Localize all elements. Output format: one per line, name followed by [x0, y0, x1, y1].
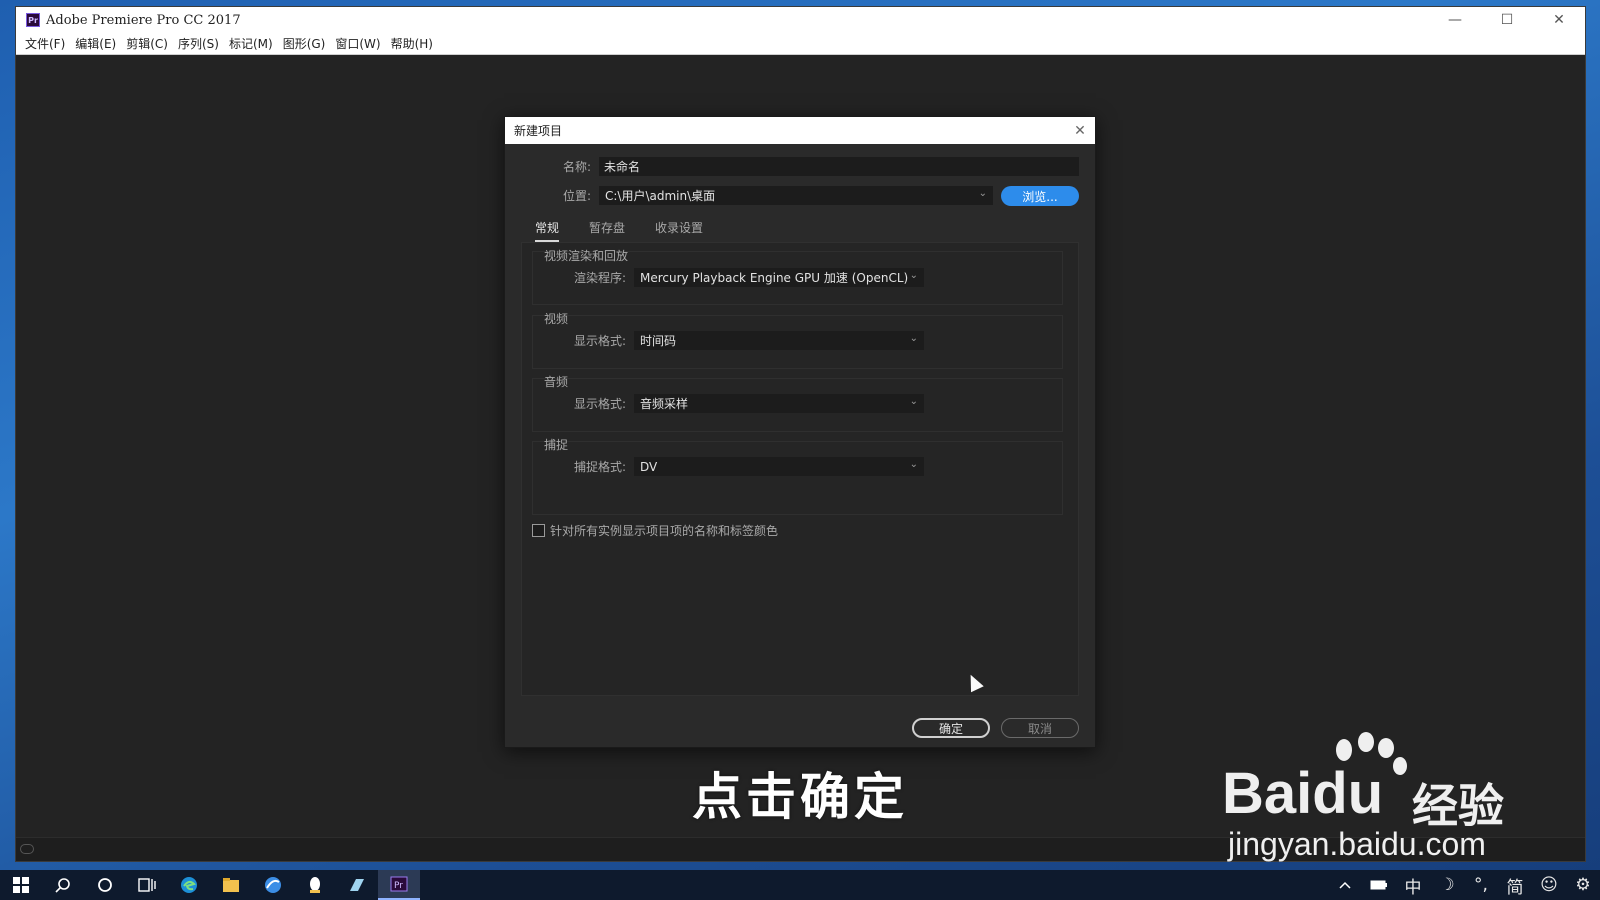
chevron-down-icon: ⌄ [978, 188, 987, 199]
name-label: 名称: [562, 160, 591, 174]
menu-bar: 文件(F) 编辑(E) 剪辑(C) 序列(S) 标记(M) 图形(G) 窗口(W… [16, 33, 1585, 55]
watermark-brand-du: du [1312, 761, 1384, 826]
minimize-button[interactable]: — [1429, 7, 1481, 33]
browse-button[interactable]: 浏览... [1001, 186, 1079, 206]
notepad-icon[interactable] [336, 870, 378, 900]
status-indicator-icon[interactable] [20, 844, 34, 854]
project-name-input[interactable]: 未命名 [599, 157, 1079, 176]
menu-window[interactable]: 窗口(W) [330, 35, 385, 52]
location-label: 位置: [562, 189, 591, 203]
video-format-row: 显示格式: 时间码 ⌄ [562, 331, 924, 350]
renderer-value: Mercury Playback Engine GPU 加速 (OpenCL) [640, 271, 909, 285]
tab-scratch-disks[interactable]: 暂存盘 [589, 219, 625, 242]
video-group-title: 视频 [544, 312, 569, 326]
qq-icon[interactable] [294, 870, 336, 900]
punctuation-mode[interactable]: °, [1464, 870, 1498, 900]
general-tab-panel: 视频渲染和回放 渲染程序: Mercury Playback Engine GP… [521, 242, 1079, 696]
dialog-tabs: 常规 暂存盘 收录设置 [535, 219, 733, 242]
edge-browser-icon[interactable] [168, 870, 210, 900]
cortana-icon[interactable] [84, 870, 126, 900]
chevron-down-icon: ⌄ [909, 333, 918, 344]
capture-format-label: 捕捉格式: [573, 460, 626, 474]
audio-format-value: 音频采样 [640, 397, 689, 411]
window-titlebar: Pr Adobe Premiere Pro CC 2017 — ☐ ✕ [16, 7, 1585, 33]
show-hidden-icons-chevron-icon[interactable] [1328, 870, 1362, 900]
watermark-url: jingyan.baidu.com [1228, 826, 1486, 862]
task-view-icon[interactable] [126, 870, 168, 900]
audio-group-title: 音频 [544, 375, 569, 389]
ime-chinese-mode[interactable]: 中 [1396, 870, 1430, 900]
ok-button[interactable]: 确定 [912, 718, 990, 738]
show-names-labels-checkbox[interactable] [532, 524, 545, 537]
menu-help[interactable]: 帮助(H) [386, 35, 438, 52]
watermark-brand-bai: Bai [1222, 761, 1313, 826]
browser-icon[interactable] [252, 870, 294, 900]
menu-clip[interactable]: 剪辑(C) [121, 35, 173, 52]
audio-display-format-select[interactable]: 音频采样 ⌄ [634, 394, 924, 413]
file-explorer-icon[interactable] [210, 870, 252, 900]
cancel-button[interactable]: 取消 [1001, 718, 1079, 738]
render-group-title: 视频渲染和回放 [544, 249, 629, 263]
window-title: Adobe Premiere Pro CC 2017 [46, 12, 241, 28]
renderer-select[interactable]: Mercury Playback Engine GPU 加速 (OpenCL) … [634, 268, 924, 287]
ime-simplified-mode[interactable]: 简 [1498, 870, 1532, 900]
audio-format-row: 显示格式: 音频采样 ⌄ [562, 394, 924, 413]
video-display-format-select[interactable]: 时间码 ⌄ [634, 331, 924, 350]
dialog-close-icon[interactable]: ✕ [1065, 123, 1095, 139]
dialog-titlebar: 新建项目 ✕ [505, 117, 1095, 144]
renderer-row: 渲染程序: Mercury Playback Engine GPU 加速 (Op… [562, 268, 924, 287]
system-tray: 中 ☽ °, 简 ☺ ⚙ [1328, 870, 1600, 900]
close-window-button[interactable]: ✕ [1533, 7, 1585, 33]
new-project-dialog: 新建项目 ✕ 名称: 未命名 位置: C:\用户\admin\桌面 ⌄ 浏览..… [504, 116, 1096, 748]
menu-sequence[interactable]: 序列(S) [173, 35, 224, 52]
svg-text:Pr: Pr [394, 881, 403, 891]
location-select[interactable]: C:\用户\admin\桌面 ⌄ [599, 186, 993, 205]
baidu-jingyan-watermark: Baidu 经验 jingyan.baidu.com [1222, 732, 1522, 862]
renderer-label: 渲染程序: [573, 271, 626, 285]
moon-icon[interactable]: ☽ [1430, 870, 1464, 900]
audio-format-label: 显示格式: [573, 397, 626, 411]
tab-ingest-settings[interactable]: 收录设置 [655, 219, 703, 242]
chevron-down-icon: ⌄ [909, 270, 918, 281]
capture-format-select[interactable]: DV ⌄ [634, 457, 924, 476]
location-value: C:\用户\admin\桌面 [605, 189, 716, 203]
settings-gear-icon[interactable]: ⚙ [1566, 870, 1600, 900]
emoji-icon[interactable]: ☺ [1532, 870, 1566, 900]
location-row: 位置: C:\用户\admin\桌面 ⌄ [535, 186, 993, 205]
video-format-label: 显示格式: [573, 334, 626, 348]
chevron-down-icon: ⌄ [909, 396, 918, 407]
dialog-title: 新建项目 [514, 124, 563, 138]
menu-graphics[interactable]: 图形(G) [278, 35, 331, 52]
capture-group [532, 441, 1063, 515]
search-icon[interactable] [42, 870, 84, 900]
capture-format-value: DV [640, 459, 658, 474]
windows-start-icon[interactable] [0, 870, 42, 900]
menu-marker[interactable]: 标记(M) [224, 35, 278, 52]
desktop-background [0, 0, 16, 870]
menu-file[interactable]: 文件(F) [20, 35, 70, 52]
capture-group-title: 捕捉 [544, 438, 569, 452]
maximize-button[interactable]: ☐ [1481, 7, 1533, 33]
tab-general[interactable]: 常规 [535, 219, 560, 242]
name-row: 名称: 未命名 [535, 157, 1079, 176]
windows-taskbar: Pr 中 ☽ °, 简 ☺ ⚙ [0, 870, 1600, 900]
premiere-pro-taskbar-icon[interactable]: Pr [378, 870, 420, 900]
video-format-value: 时间码 [640, 334, 677, 348]
menu-edit[interactable]: 编辑(E) [70, 35, 121, 52]
premiere-app-icon: Pr [26, 13, 40, 27]
battery-icon[interactable] [1362, 870, 1396, 900]
show-names-labels-option: 针对所有实例显示项目项的名称和标签颜色 [532, 522, 778, 539]
show-names-labels-label: 针对所有实例显示项目项的名称和标签颜色 [550, 524, 779, 538]
watermark-brand: Baidu [1222, 760, 1383, 827]
capture-format-row: 捕捉格式: DV ⌄ [562, 457, 924, 476]
chevron-down-icon: ⌄ [909, 459, 918, 470]
